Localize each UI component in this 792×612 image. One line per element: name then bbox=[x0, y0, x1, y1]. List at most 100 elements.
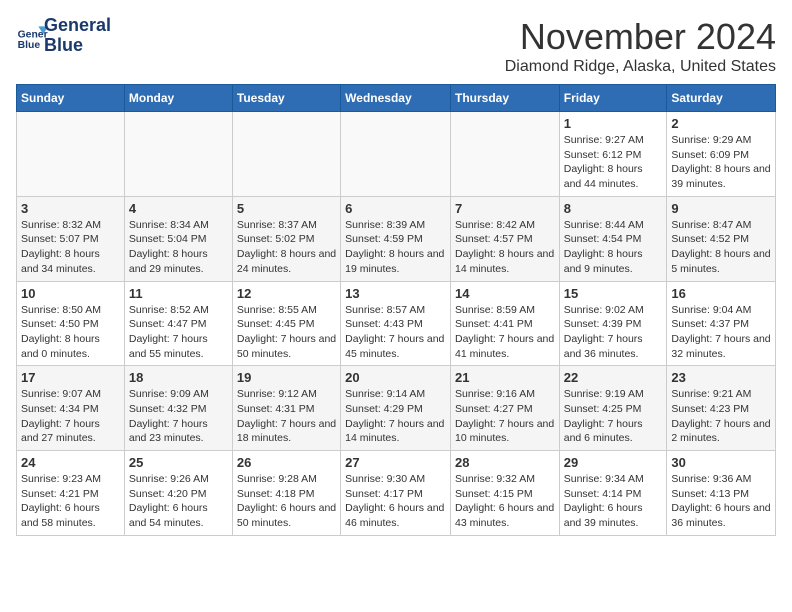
day-number: 14 bbox=[455, 286, 555, 301]
calendar-table: SundayMondayTuesdayWednesdayThursdayFrid… bbox=[16, 84, 776, 536]
calendar-cell: 27Sunrise: 9:30 AM Sunset: 4:17 PM Dayli… bbox=[341, 451, 451, 536]
calendar-cell: 29 Sunrise: 9:34 AM Sunset: 4:14 PM Dayli… bbox=[559, 451, 667, 536]
day-info: Sunrise: 9:27 AM Sunset: 6:12 PM Dayligh… bbox=[564, 133, 663, 192]
calendar-cell: 21Sunrise: 9:16 AM Sunset: 4:27 PM Dayli… bbox=[450, 366, 559, 451]
calendar-cell: 3 Sunrise: 8:32 AM Sunset: 5:07 PM Daylig… bbox=[17, 196, 125, 281]
logo-text-blue: Blue bbox=[44, 36, 111, 56]
day-info: Sunrise: 9:16 AM Sunset: 4:27 PM Dayligh… bbox=[455, 387, 555, 446]
calendar-week-2: 3 Sunrise: 8:32 AM Sunset: 5:07 PM Daylig… bbox=[17, 196, 776, 281]
day-number: 20 bbox=[345, 370, 446, 385]
calendar-cell bbox=[17, 112, 125, 197]
day-number: 9 bbox=[671, 201, 771, 216]
day-info: Sunrise: 9:09 AM Sunset: 4:32 PM Dayligh… bbox=[129, 387, 228, 446]
day-info: Sunrise: 8:55 AM Sunset: 4:45 PM Dayligh… bbox=[237, 303, 336, 362]
day-number: 13 bbox=[345, 286, 446, 301]
day-info: Sunrise: 9:07 AM Sunset: 4:34 PM Dayligh… bbox=[21, 387, 120, 446]
calendar-week-1: 1 Sunrise: 9:27 AM Sunset: 6:12 PM Daylig… bbox=[17, 112, 776, 197]
day-number: 7 bbox=[455, 201, 555, 216]
day-number: 15 bbox=[564, 286, 663, 301]
day-number: 23 bbox=[671, 370, 771, 385]
day-number: 4 bbox=[129, 201, 228, 216]
day-number: 10 bbox=[21, 286, 120, 301]
calendar-cell: 1 Sunrise: 9:27 AM Sunset: 6:12 PM Daylig… bbox=[559, 112, 667, 197]
title-area: November 2024 Diamond Ridge, Alaska, Uni… bbox=[505, 16, 776, 76]
header-tuesday: Tuesday bbox=[232, 85, 340, 112]
header-monday: Monday bbox=[124, 85, 232, 112]
calendar-cell: 11 Sunrise: 8:52 AM Sunset: 4:47 PM Dayli… bbox=[124, 281, 232, 366]
day-number: 25 bbox=[129, 455, 228, 470]
calendar-cell: 23 Sunrise: 9:21 AM Sunset: 4:23 PM Dayli… bbox=[667, 366, 776, 451]
calendar-cell: 14 Sunrise: 8:59 AM Sunset: 4:41 PM Dayli… bbox=[450, 281, 559, 366]
day-info: Sunrise: 8:52 AM Sunset: 4:47 PM Dayligh… bbox=[129, 303, 228, 362]
calendar-cell: 8 Sunrise: 8:44 AM Sunset: 4:54 PM Daylig… bbox=[559, 196, 667, 281]
day-info: Sunrise: 9:29 AM Sunset: 6:09 PM Dayligh… bbox=[671, 133, 771, 192]
calendar-cell: 18 Sunrise: 9:09 AM Sunset: 4:32 PM Dayli… bbox=[124, 366, 232, 451]
day-info: Sunrise: 9:32 AM Sunset: 4:15 PM Dayligh… bbox=[455, 472, 555, 531]
day-info: Sunrise: 9:12 AM Sunset: 4:31 PM Dayligh… bbox=[237, 387, 336, 446]
day-info: Sunrise: 8:50 AM Sunset: 4:50 PM Dayligh… bbox=[21, 303, 120, 362]
day-info: Sunrise: 9:34 AM Sunset: 4:14 PM Dayligh… bbox=[564, 472, 663, 531]
day-number: 22 bbox=[564, 370, 663, 385]
day-number: 30 bbox=[671, 455, 771, 470]
day-info: Sunrise: 8:44 AM Sunset: 4:54 PM Dayligh… bbox=[564, 218, 663, 277]
day-number: 17 bbox=[21, 370, 120, 385]
day-info: Sunrise: 9:04 AM Sunset: 4:37 PM Dayligh… bbox=[671, 303, 771, 362]
calendar-cell: 9Sunrise: 8:47 AM Sunset: 4:52 PM Daylig… bbox=[667, 196, 776, 281]
calendar-cell: 17 Sunrise: 9:07 AM Sunset: 4:34 PM Dayli… bbox=[17, 366, 125, 451]
day-number: 19 bbox=[237, 370, 336, 385]
header-sunday: Sunday bbox=[17, 85, 125, 112]
calendar-cell: 22 Sunrise: 9:19 AM Sunset: 4:25 PM Dayli… bbox=[559, 366, 667, 451]
calendar-cell: 28 Sunrise: 9:32 AM Sunset: 4:15 PM Dayli… bbox=[450, 451, 559, 536]
calendar-cell: 13 Sunrise: 8:57 AM Sunset: 4:43 PM Dayli… bbox=[341, 281, 451, 366]
day-info: Sunrise: 8:59 AM Sunset: 4:41 PM Dayligh… bbox=[455, 303, 555, 362]
day-info: Sunrise: 8:34 AM Sunset: 5:04 PM Dayligh… bbox=[129, 218, 228, 277]
calendar-cell: 10 Sunrise: 8:50 AM Sunset: 4:50 PM Dayli… bbox=[17, 281, 125, 366]
header-saturday: Saturday bbox=[667, 85, 776, 112]
calendar-cell: 2 Sunrise: 9:29 AM Sunset: 6:09 PM Daylig… bbox=[667, 112, 776, 197]
day-number: 8 bbox=[564, 201, 663, 216]
calendar-cell: 25 Sunrise: 9:26 AM Sunset: 4:20 PM Dayli… bbox=[124, 451, 232, 536]
calendar-cell: 7 Sunrise: 8:42 AM Sunset: 4:57 PM Daylig… bbox=[450, 196, 559, 281]
header-friday: Friday bbox=[559, 85, 667, 112]
calendar-cell: 6Sunrise: 8:39 AM Sunset: 4:59 PM Daylig… bbox=[341, 196, 451, 281]
day-info: Sunrise: 9:28 AM Sunset: 4:18 PM Dayligh… bbox=[237, 472, 336, 531]
calendar-cell bbox=[124, 112, 232, 197]
calendar-cell: 15 Sunrise: 9:02 AM Sunset: 4:39 PM Dayli… bbox=[559, 281, 667, 366]
header-thursday: Thursday bbox=[450, 85, 559, 112]
day-info: Sunrise: 9:02 AM Sunset: 4:39 PM Dayligh… bbox=[564, 303, 663, 362]
calendar-cell: 5Sunrise: 8:37 AM Sunset: 5:02 PM Daylig… bbox=[232, 196, 340, 281]
calendar-cell: 4 Sunrise: 8:34 AM Sunset: 5:04 PM Daylig… bbox=[124, 196, 232, 281]
day-number: 5 bbox=[237, 201, 336, 216]
day-number: 1 bbox=[564, 116, 663, 131]
calendar-cell bbox=[450, 112, 559, 197]
day-number: 26 bbox=[237, 455, 336, 470]
day-info: Sunrise: 8:32 AM Sunset: 5:07 PM Dayligh… bbox=[21, 218, 120, 277]
day-number: 3 bbox=[21, 201, 120, 216]
calendar-cell: 20 Sunrise: 9:14 AM Sunset: 4:29 PM Dayli… bbox=[341, 366, 451, 451]
day-number: 16 bbox=[671, 286, 771, 301]
calendar-cell bbox=[232, 112, 340, 197]
calendar-week-3: 10 Sunrise: 8:50 AM Sunset: 4:50 PM Dayli… bbox=[17, 281, 776, 366]
day-info: Sunrise: 8:42 AM Sunset: 4:57 PM Dayligh… bbox=[455, 218, 555, 277]
header: General Blue General Blue November 2024 … bbox=[16, 16, 776, 76]
day-info: Sunrise: 9:19 AM Sunset: 4:25 PM Dayligh… bbox=[564, 387, 663, 446]
calendar-cell: 19 Sunrise: 9:12 AM Sunset: 4:31 PM Dayli… bbox=[232, 366, 340, 451]
day-number: 29 bbox=[564, 455, 663, 470]
day-info: Sunrise: 9:14 AM Sunset: 4:29 PM Dayligh… bbox=[345, 387, 446, 446]
day-info: Sunrise: 9:26 AM Sunset: 4:20 PM Dayligh… bbox=[129, 472, 228, 531]
calendar-week-5: 24Sunrise: 9:23 AM Sunset: 4:21 PM Dayli… bbox=[17, 451, 776, 536]
calendar-cell: 12Sunrise: 8:55 AM Sunset: 4:45 PM Dayli… bbox=[232, 281, 340, 366]
day-number: 28 bbox=[455, 455, 555, 470]
logo-text-general: General bbox=[44, 16, 111, 36]
day-info: Sunrise: 9:21 AM Sunset: 4:23 PM Dayligh… bbox=[671, 387, 771, 446]
day-number: 6 bbox=[345, 201, 446, 216]
day-number: 27 bbox=[345, 455, 446, 470]
day-number: 2 bbox=[671, 116, 771, 131]
calendar-cell bbox=[341, 112, 451, 197]
day-number: 18 bbox=[129, 370, 228, 385]
location-title: Diamond Ridge, Alaska, United States bbox=[505, 58, 776, 76]
day-info: Sunrise: 8:57 AM Sunset: 4:43 PM Dayligh… bbox=[345, 303, 446, 362]
day-info: Sunrise: 9:23 AM Sunset: 4:21 PM Dayligh… bbox=[21, 472, 120, 531]
calendar-cell: 26 Sunrise: 9:28 AM Sunset: 4:18 PM Dayli… bbox=[232, 451, 340, 536]
day-number: 11 bbox=[129, 286, 228, 301]
